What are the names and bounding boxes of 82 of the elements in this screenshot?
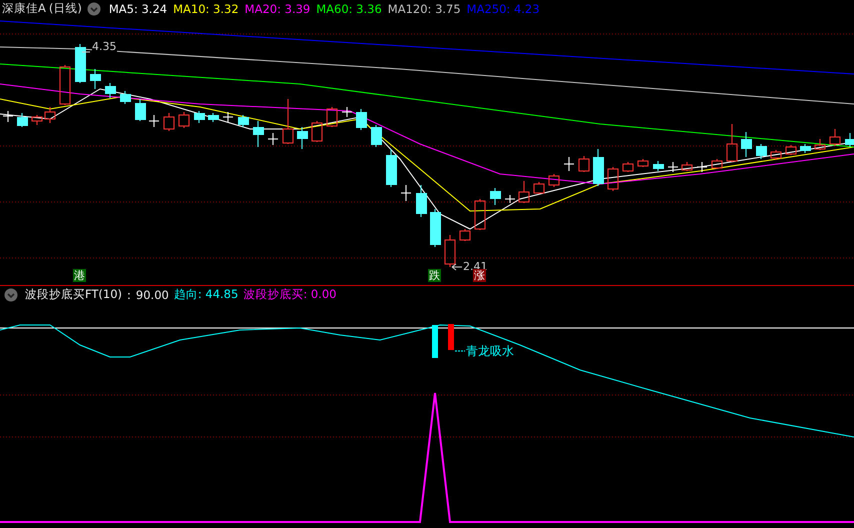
candlestick bbox=[222, 112, 234, 123]
candlestick bbox=[668, 162, 678, 173]
candlestick bbox=[194, 110, 205, 124]
moving-average-value: MA120: 3.75 bbox=[388, 2, 461, 16]
high-price-label: 4.35 bbox=[92, 41, 116, 54]
candlestick bbox=[786, 144, 796, 156]
candlestick bbox=[638, 158, 648, 168]
candlestick bbox=[282, 98, 294, 145]
candlestick bbox=[564, 156, 574, 172]
candlestick bbox=[800, 144, 811, 154]
stock-title: 深康佳A bbox=[2, 1, 46, 16]
candlestick bbox=[386, 148, 397, 188]
candlestick bbox=[400, 184, 412, 202]
candlestick bbox=[371, 124, 382, 148]
moving-average-value: MA250: 4.23 bbox=[466, 2, 540, 16]
candlestick bbox=[268, 132, 278, 146]
indicator-separator: : bbox=[127, 288, 131, 302]
indicator-name: 波段抄底买FT(10) bbox=[25, 287, 122, 302]
candlestick bbox=[593, 148, 604, 187]
candlestick bbox=[326, 106, 338, 128]
candlestick bbox=[416, 184, 427, 218]
moving-average-value: MA10: 3.32 bbox=[173, 2, 239, 16]
candlestick bbox=[105, 82, 116, 99]
candlestick bbox=[90, 68, 101, 90]
leader-line bbox=[454, 350, 466, 352]
candlestick bbox=[17, 112, 28, 128]
candlestick bbox=[696, 162, 708, 173]
candlestick bbox=[2, 110, 14, 123]
candlestick bbox=[534, 182, 544, 195]
candlestick bbox=[504, 194, 516, 204]
signal-bar bbox=[432, 325, 438, 358]
candlestick bbox=[356, 108, 367, 131]
candlestick bbox=[814, 138, 826, 151]
candlestick bbox=[548, 174, 560, 188]
candlestick bbox=[32, 114, 42, 126]
moving-average-value: MA20: 3.39 bbox=[244, 2, 310, 16]
candlestick bbox=[60, 64, 70, 106]
candlestick bbox=[312, 120, 322, 143]
candlestick bbox=[474, 198, 486, 231]
candlestick bbox=[653, 160, 664, 172]
candlestick bbox=[208, 112, 219, 123]
candlestick bbox=[444, 234, 456, 268]
candlestick bbox=[578, 156, 590, 173]
leader-line bbox=[82, 52, 90, 53]
candlestick bbox=[164, 112, 174, 132]
dropdown-icon[interactable] bbox=[4, 288, 18, 302]
candlestick bbox=[608, 166, 618, 192]
candlestick bbox=[518, 180, 530, 204]
candlestick bbox=[342, 106, 352, 118]
period-label: (日线) bbox=[48, 1, 82, 16]
candlestick bbox=[712, 158, 722, 170]
candlestick bbox=[75, 44, 86, 84]
candlestick bbox=[44, 106, 56, 124]
candlestick bbox=[178, 112, 190, 129]
candlestick bbox=[460, 228, 470, 242]
candlestick bbox=[253, 120, 264, 148]
signal-bar bbox=[448, 324, 454, 350]
candlestick bbox=[297, 126, 308, 150]
candlestick bbox=[120, 90, 131, 105]
candlestick bbox=[135, 98, 146, 122]
candlestick bbox=[238, 114, 249, 128]
signal-tag: 跌 bbox=[428, 269, 441, 282]
indicator-value: 90.00 bbox=[136, 288, 169, 302]
moving-average-value: MA5: 3.24 bbox=[108, 2, 168, 16]
candlestick bbox=[845, 132, 854, 148]
candlestick bbox=[490, 188, 501, 206]
candlestick bbox=[430, 208, 441, 248]
candlestick bbox=[148, 114, 160, 128]
indicator-line-value: 波段抄底买: 0.00 bbox=[243, 287, 336, 302]
dropdown-icon[interactable] bbox=[86, 2, 101, 16]
candlestick bbox=[682, 162, 692, 172]
signal-tag: 港 bbox=[73, 269, 86, 282]
candlestick bbox=[830, 128, 840, 147]
candlestick bbox=[622, 162, 634, 173]
signal-annotation: 青龙吸水 bbox=[466, 343, 514, 360]
moving-average-value: MA60: 3.36 bbox=[316, 2, 382, 16]
indicator-line-value: 趋向: 44.85 bbox=[174, 287, 238, 302]
candlestick bbox=[726, 124, 738, 163]
candlestick bbox=[770, 150, 782, 161]
arrow-icon bbox=[452, 264, 462, 271]
candlestick bbox=[741, 132, 752, 158]
candlestick bbox=[756, 144, 767, 160]
